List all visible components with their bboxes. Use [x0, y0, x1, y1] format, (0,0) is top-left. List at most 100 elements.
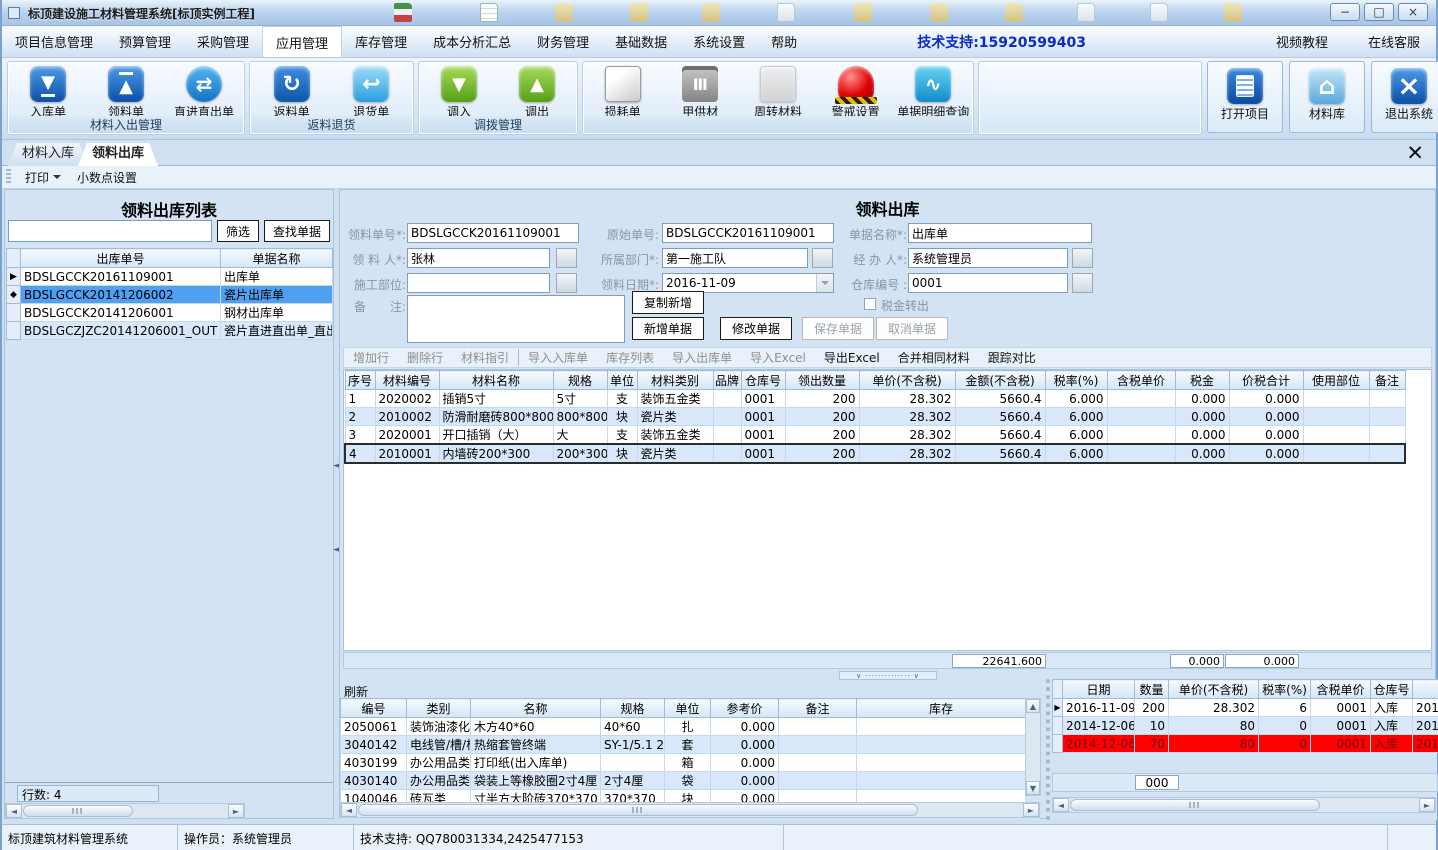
grid-toolbar-button[interactable]: 导入Excel — [741, 349, 815, 366]
column-header[interactable]: 材料名称 — [439, 371, 553, 390]
cell-doc-number[interactable]: BDSLGCCK20161109001 — [21, 268, 221, 286]
cell-spec[interactable]: 40*60 — [601, 718, 665, 736]
cell-in-out-type[interactable]: 入库 — [1371, 699, 1413, 717]
cell-price-with-tax[interactable] — [1107, 444, 1175, 463]
cell-tax-rate[interactable]: 6.000 — [1045, 444, 1107, 463]
horizontal-scrollbar[interactable]: ◄ ► — [1052, 797, 1436, 813]
warehouse-field[interactable] — [908, 273, 1068, 293]
cell-unit[interactable]: 袋 — [665, 772, 711, 790]
cell-quantity[interactable]: 200 — [785, 390, 859, 408]
cell-unit[interactable]: 扎 — [665, 718, 711, 736]
cell-name[interactable]: 打印纸(出入库单) — [471, 754, 601, 772]
cell-unit-price[interactable]: 28.302 — [859, 408, 955, 426]
cell-use-part[interactable] — [1303, 426, 1369, 445]
column-header[interactable]: 备注 — [779, 699, 857, 718]
cell-amount[interactable]: 5660.4 — [955, 390, 1045, 408]
column-header[interactable]: 单价(不含税) — [859, 371, 955, 390]
scroll-down-icon[interactable]: ▼ — [1026, 781, 1040, 795]
cell-name[interactable]: 袋装上等橡胶圈2寸4厘 — [471, 772, 601, 790]
cell-total-with-tax[interactable]: 0.000 — [1229, 408, 1303, 426]
work-part-field[interactable] — [407, 273, 550, 293]
ribbon-button[interactable]: 入库单 — [10, 64, 86, 120]
cell-remark[interactable] — [1369, 390, 1405, 408]
cell-use-part[interactable] — [1303, 444, 1369, 463]
table-row[interactable]: 2 2010002 防滑耐磨砖800*800 800*800 块 瓷片类 000… — [345, 408, 1405, 426]
scroll-right-icon[interactable]: ► — [228, 804, 244, 818]
video-tutorial-link[interactable]: 视频教程 — [1276, 32, 1328, 51]
cell-date[interactable]: 2014-12-06 — [1063, 717, 1135, 735]
online-service-link[interactable]: 在线客服 — [1368, 32, 1420, 51]
column-header[interactable]: 仓库号 — [741, 371, 785, 390]
cell-doc-number[interactable]: BDSLGCCK20141206002 — [21, 286, 221, 304]
cell-material-name[interactable]: 插销5寸 — [439, 390, 553, 408]
scroll-left-icon[interactable]: ◄ — [341, 803, 357, 817]
column-header[interactable]: 参考价 — [711, 699, 779, 718]
cell-material-code[interactable]: 2020002 — [375, 390, 439, 408]
cell-date[interactable]: 2016-11-09 — [1063, 699, 1135, 717]
column-header[interactable] — [1413, 680, 1438, 699]
cell-unit-price[interactable]: 28.302 — [859, 444, 955, 463]
cell-unit[interactable]: 套 — [665, 736, 711, 754]
cell-unit[interactable]: 块 — [607, 444, 637, 463]
table-row[interactable]: 2014-12-06 70 80 0 0001 入库 2014 — [1053, 735, 1438, 753]
column-header[interactable]: 规格 — [601, 699, 665, 718]
grid-toolbar-button[interactable]: 导入入库单 — [518, 349, 597, 366]
table-row[interactable]: 4030199 办公用品类 打印纸(出入库单) 箱 0.000 — [341, 754, 1026, 772]
cell-total-with-tax[interactable]: 0.000 — [1229, 426, 1303, 445]
cell-unit-price[interactable]: 80 — [1169, 717, 1259, 735]
ribbon-button[interactable]: 退货单 — [333, 64, 409, 120]
cell-total-with-tax[interactable]: 0.000 — [1229, 444, 1303, 463]
cell-total-with-tax[interactable]: 0.000 — [1229, 390, 1303, 408]
cell-stock[interactable] — [857, 754, 1026, 772]
picker-field[interactable] — [407, 248, 550, 268]
column-header[interactable]: 仓库号 — [1371, 680, 1413, 699]
requisition-no-field[interactable] — [407, 223, 579, 243]
cell-quantity[interactable]: 200 — [785, 408, 859, 426]
cell-stock[interactable] — [857, 772, 1026, 790]
tax-transfer-checkbox[interactable] — [864, 298, 876, 310]
cell-tax-rate[interactable]: 6.000 — [1045, 426, 1107, 445]
column-header[interactable]: 领出数量 — [785, 371, 859, 390]
cell-warehouse-no[interactable]: 0001 — [1311, 735, 1371, 753]
cell-use-part[interactable] — [1303, 390, 1369, 408]
cell-tax[interactable]: 0.000 — [1175, 426, 1229, 445]
ribbon-button[interactable]: 损耗单 — [585, 64, 661, 120]
original-no-field[interactable] — [662, 223, 834, 243]
cell-ref-price[interactable]: 0.000 — [711, 718, 779, 736]
cell-warehouse[interactable]: 0001 — [741, 444, 785, 463]
cell-doc-name[interactable]: 出库单 — [221, 268, 333, 286]
ribbon-button[interactable]: 直进直出单 — [166, 64, 242, 120]
menu-item[interactable]: 应用管理 — [262, 26, 342, 57]
cell-spec[interactable]: 2寸4厘 — [601, 772, 665, 790]
cell-category[interactable]: 办公用品类 — [407, 772, 471, 790]
cell-material-name[interactable]: 内墙砖200*300 — [439, 444, 553, 463]
scroll-right-icon[interactable]: ► — [1023, 803, 1039, 817]
cell-material-name[interactable]: 开口插销（大） — [439, 426, 553, 445]
cell-spec[interactable]: 大 — [553, 426, 607, 445]
scroll-up-icon[interactable]: ▲ — [1026, 699, 1040, 713]
cell-brand[interactable] — [713, 408, 741, 426]
column-header[interactable]: 材料类别 — [637, 371, 713, 390]
column-header[interactable]: 含税单价 — [1107, 371, 1175, 390]
column-header[interactable]: 单价(不含税) — [1169, 680, 1259, 699]
find-document-button[interactable]: 查找单据 — [264, 220, 330, 242]
cell-price-with-tax[interactable] — [1107, 426, 1175, 445]
cell-name[interactable]: 木方40*60 — [471, 718, 601, 736]
column-header[interactable]: 材料编号 — [375, 371, 439, 390]
close-button[interactable]: × — [1398, 3, 1428, 21]
cell-tax[interactable]: 0.000 — [1175, 408, 1229, 426]
cell-spec[interactable]: 800*800 — [553, 408, 607, 426]
cell-material-code[interactable]: 2010002 — [375, 408, 439, 426]
list-item[interactable]: ◆ BDSLGCCK20141206002 瓷片出库单 — [7, 286, 333, 304]
menu-item[interactable]: 库存管理 — [342, 26, 420, 57]
column-header[interactable]: 单位 — [607, 371, 637, 390]
cell-index[interactable]: 3 — [345, 426, 375, 445]
column-header[interactable]: 库存 — [857, 699, 1026, 718]
cell-doc-name[interactable]: 瓷片直进直出单_直出单 — [221, 322, 333, 340]
grid-toolbar-button[interactable]: 删除行 — [398, 349, 452, 366]
cell-spec[interactable]: SY-1/5.1 25-5 — [601, 736, 665, 754]
cell-tax[interactable]: 0.000 — [1175, 444, 1229, 463]
cell-category[interactable]: 装饰五金类 — [637, 426, 713, 445]
cell-unit[interactable]: 支 — [607, 390, 637, 408]
copy-new-button[interactable]: 复制新增 — [632, 291, 704, 314]
